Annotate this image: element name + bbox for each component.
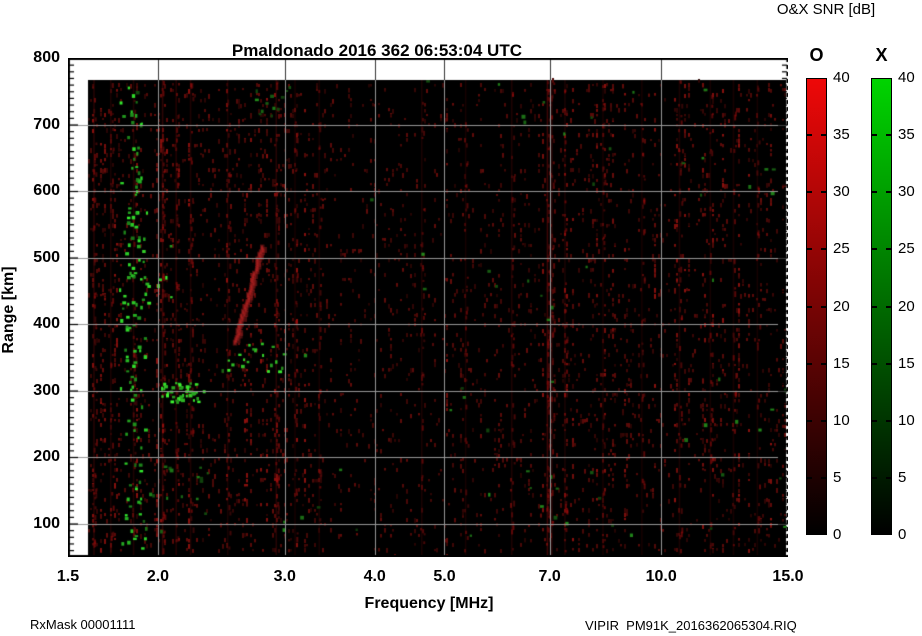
colorbar-tick-mark: [886, 306, 892, 308]
colorbar-tick-label: 25: [833, 240, 867, 258]
y-tick-label: 600: [16, 181, 60, 201]
colorbar-tick-mark: [806, 248, 812, 250]
colorbar-tick-mark: [821, 363, 827, 365]
x-axis-label: Frequency [MHz]: [339, 595, 519, 613]
x-tick-label: 2.0: [131, 567, 185, 587]
colorbar-tick-mark: [886, 363, 892, 365]
rxmask-label: RxMask 00001111: [30, 617, 136, 632]
colorbar-tick-mark: [871, 191, 877, 193]
colorbar-tick-label: 10: [833, 412, 867, 430]
colorbar-title: O&X SNR [dB]: [740, 1, 912, 18]
colorbar-tick-label: 20: [898, 298, 922, 316]
colorbar-tick-label: 30: [833, 183, 867, 201]
colorbar-tick-label: 30: [898, 183, 922, 201]
x-tick-label: 15.0: [761, 567, 815, 587]
colorbar-tick-mark: [871, 134, 877, 136]
colorbar-tick-label: 20: [833, 298, 867, 316]
colorbar-tick-mark: [871, 306, 877, 308]
y-tick-label: 300: [16, 381, 60, 401]
colorbar-tick-label: 35: [898, 126, 922, 144]
x-tick-label: 4.0: [348, 567, 402, 587]
colorbar-tick-label: 40: [833, 69, 867, 87]
x-tick-label: 10.0: [634, 567, 688, 587]
colorbar-tick-label: 35: [833, 126, 867, 144]
colorbar-tick-mark: [886, 191, 892, 193]
x-tick-label: 1.5: [41, 567, 95, 587]
colorbar-tick-label: 40: [898, 69, 922, 87]
colorbar-tick-label: 0: [898, 526, 922, 544]
colorbar-tick-label: 0: [833, 526, 867, 544]
colorbar-tick-mark: [821, 420, 827, 422]
colorbar-tick-label: 15: [898, 355, 922, 373]
colorbar-tick-mark: [886, 248, 892, 250]
x-tick-label: 5.0: [417, 567, 471, 587]
colorbar-tick-mark: [806, 134, 812, 136]
colorbar-tick-mark: [806, 191, 812, 193]
colorbar-tick-mark: [886, 420, 892, 422]
colorbar-tick-mark: [806, 477, 812, 479]
colorbar-tick-mark: [871, 420, 877, 422]
colorbar-tick-mark: [806, 306, 812, 308]
colorbar-tick-mark: [821, 477, 827, 479]
x-tick-label: 3.0: [258, 567, 312, 587]
x-tick-label: 7.0: [523, 567, 577, 587]
colorbar-tick-mark: [821, 248, 827, 250]
colorbar-tick-mark: [871, 248, 877, 250]
colorbar-tick-mark: [821, 306, 827, 308]
colorbar-tick-label: 25: [898, 240, 922, 258]
colorbar-tick-label: 5: [898, 469, 922, 487]
colorbar-x-header: X: [870, 45, 893, 66]
colorbar-tick-mark: [871, 477, 877, 479]
colorbar-tick-mark: [821, 134, 827, 136]
y-tick-label: 700: [16, 115, 60, 135]
ionogram-canvas: [68, 58, 788, 557]
colorbar-tick-label: 15: [833, 355, 867, 373]
y-tick-label: 200: [16, 447, 60, 467]
colorbar-tick-mark: [821, 191, 827, 193]
y-tick-label: 800: [16, 48, 60, 68]
colorbar-tick-label: 10: [898, 412, 922, 430]
y-tick-label: 100: [16, 514, 60, 534]
colorbar-tick-mark: [806, 363, 812, 365]
colorbar-tick-mark: [806, 420, 812, 422]
colorbar-tick-mark: [886, 477, 892, 479]
source-file-label: VIPIR PM91K_2016362065304.RIQ: [585, 618, 797, 633]
y-tick-label: 400: [16, 314, 60, 334]
colorbar-tick-mark: [886, 134, 892, 136]
colorbar-o-header: O: [805, 45, 828, 66]
colorbar-tick-label: 5: [833, 469, 867, 487]
y-tick-label: 500: [16, 248, 60, 268]
ionogram-app: { "header": { "title": "Pmaldonado 2016 …: [0, 0, 922, 636]
colorbar-tick-mark: [871, 363, 877, 365]
